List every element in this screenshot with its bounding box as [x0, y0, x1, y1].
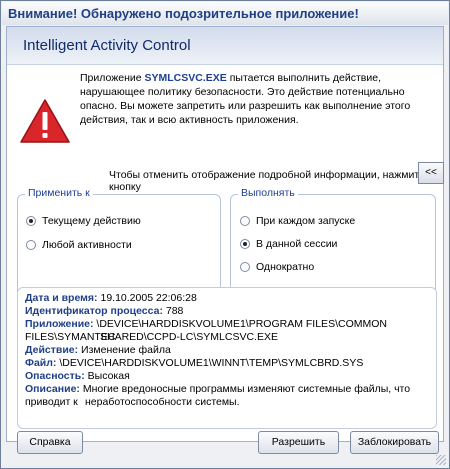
title-bar[interactable]: Внимание! Обнаружено подозрительное прил…	[2, 2, 448, 25]
detail-application-cont: SHARED\CCPD-LC\SYMLCSVC.EXE	[100, 331, 278, 343]
warning-triangle-icon	[20, 99, 70, 143]
detail-value: Высокая	[84, 370, 130, 382]
app-name: SYMLCSVC.EXE	[144, 72, 227, 84]
radio-label: Любой активности	[42, 239, 132, 251]
radio-label: При каждом запуске	[256, 215, 356, 227]
radio-dot-selected	[240, 239, 250, 249]
radio-label: В данной сессии	[256, 238, 338, 250]
header-band: Intelligent Activity Control	[7, 27, 443, 65]
radio-any-activity[interactable]: Любой активности	[26, 239, 132, 251]
help-button[interactable]: Справка	[17, 431, 83, 454]
radio-dot-selected	[26, 216, 36, 226]
radio-every-launch[interactable]: При каждом запуске	[240, 215, 355, 227]
detail-label: Приложение:	[25, 318, 94, 330]
detail-label: Файл:	[25, 357, 57, 369]
detail-file: Файл: \DEVICE\HARDDISKVOLUME1\WINNT\TEMP…	[25, 357, 425, 370]
radio-this-session[interactable]: В данной сессии	[240, 238, 337, 250]
radio-once[interactable]: Однократно	[240, 261, 314, 273]
radio-label: Текущему действию	[42, 215, 141, 227]
radio-dot	[240, 262, 250, 272]
apply-to-legend: Применить к	[25, 187, 93, 199]
details-panel: Дата и время: 19.10.2005 22:06:28 Иденти…	[17, 287, 437, 429]
detail-danger: Опасность: Высокая	[25, 370, 425, 383]
detail-label: Опасность:	[25, 370, 85, 382]
detail-datetime: Дата и время: 19.10.2005 22:06:28	[25, 292, 425, 305]
detail-action: Действие: Изменение файла	[25, 344, 425, 357]
resize-grip[interactable]	[436, 455, 446, 465]
block-button[interactable]: Заблокировать	[350, 431, 439, 454]
radio-label: Однократно	[256, 261, 315, 273]
detail-value: \DEVICE\HARDDISKVOLUME1\WINNT\TEMP\SYMLC…	[56, 357, 364, 369]
window-title: Внимание! Обнаружено подозрительное прил…	[8, 6, 359, 21]
detail-value: Изменение файла	[78, 344, 171, 356]
detail-value: 19.10.2005 22:06:28	[97, 292, 197, 304]
detail-value: 788	[162, 305, 184, 317]
collapse-details-button[interactable]: <<	[418, 162, 444, 184]
detail-label: Действие:	[25, 344, 79, 356]
allow-button[interactable]: Разрешить	[258, 431, 339, 454]
execute-legend: Выполнять	[238, 187, 298, 199]
detail-pid: Идентификатор процесса: 788	[25, 305, 425, 318]
message-prefix: Приложение	[80, 72, 145, 84]
header-title: Intelligent Activity Control	[23, 37, 191, 54]
detail-description-cont: неработоспособности системы.	[85, 396, 240, 408]
detail-label: Описание:	[25, 383, 80, 395]
radio-dot	[26, 240, 36, 250]
detail-label: Дата и время:	[25, 292, 98, 304]
alert-window: Внимание! Обнаружено подозрительное прил…	[0, 0, 450, 469]
warning-message: Приложение SYMLCSVC.EXE пытается выполни…	[80, 71, 425, 127]
detail-label: Идентификатор процесса:	[25, 305, 163, 317]
radio-dot	[240, 216, 250, 226]
radio-current-action[interactable]: Текущему действию	[26, 215, 141, 227]
